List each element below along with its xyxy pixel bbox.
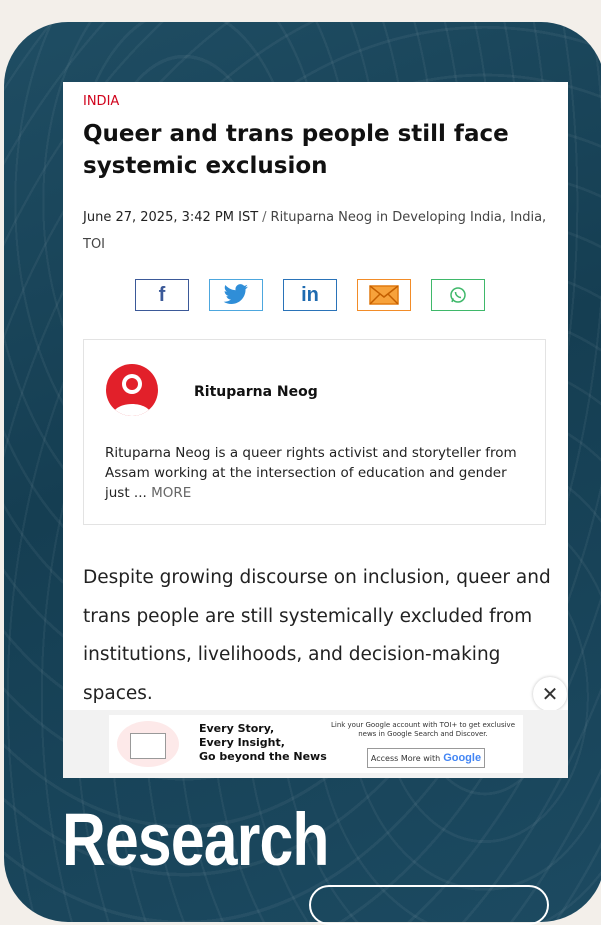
ad-banner[interactable]: Every Story, Every Insight, Go beyond th…: [109, 715, 523, 773]
close-icon: ✕: [541, 682, 559, 706]
article-meta: June 27, 2025, 3:42 PM IST / Rituparna Neo…: [83, 204, 553, 258]
share-email-button[interactable]: [357, 279, 411, 311]
author-card: Rituparna Neog Rituparna Neog is a queer…: [83, 339, 546, 525]
whatsapp-icon: [450, 287, 466, 303]
author-name[interactable]: Rituparna Neog: [194, 384, 318, 400]
overlay-title: Research: [62, 798, 329, 881]
ad-screen-icon: [130, 733, 166, 759]
share-twitter-button[interactable]: [209, 279, 263, 311]
ad-tagline: Every Story, Every Insight, Go beyond th…: [199, 722, 327, 764]
author-bio: Rituparna Neog is a queer rights activis…: [105, 443, 535, 503]
ad-banner-strip: Every Story, Every Insight, Go beyond th…: [63, 710, 568, 778]
meta-separator: /: [262, 210, 267, 225]
linkedin-icon: in: [301, 283, 319, 306]
section-label[interactable]: INDIA: [83, 94, 119, 109]
publish-date: June 27, 2025, 3:42 PM IST: [83, 210, 259, 225]
email-icon: [369, 285, 399, 305]
ad-line-3: Go beyond the News: [199, 750, 327, 763]
article-body-paragraph: Despite growing discourse on inclusion, …: [83, 567, 551, 704]
ad-line-2: Every Insight,: [199, 736, 285, 749]
google-logo: Google: [443, 752, 482, 764]
share-whatsapp-button[interactable]: [431, 279, 485, 311]
share-linkedin-button[interactable]: in: [283, 279, 337, 311]
twitter-icon: [223, 284, 248, 304]
ad-description: Link your Google account with TOI+ to ge…: [330, 721, 515, 738]
person-icon: [112, 374, 152, 416]
more-link[interactable]: MORE: [151, 485, 191, 501]
close-ad-button[interactable]: ✕: [533, 677, 567, 711]
article-headline: Queer and trans people still face system…: [83, 121, 509, 179]
ad-cta-button[interactable]: Access More with Google: [367, 748, 485, 768]
facebook-icon: f: [158, 283, 166, 306]
ad-cta-label: Access More with: [370, 753, 441, 763]
article-screenshot-card: INDIA Queer and trans people still face …: [63, 82, 568, 778]
share-facebook-button[interactable]: f: [135, 279, 189, 311]
share-bar: f in: [135, 279, 485, 313]
overlay-pill-button[interactable]: [309, 885, 549, 925]
ad-device-illustration: [117, 721, 179, 767]
author-avatar[interactable]: [106, 364, 158, 416]
ad-line-1: Every Story,: [199, 722, 275, 735]
